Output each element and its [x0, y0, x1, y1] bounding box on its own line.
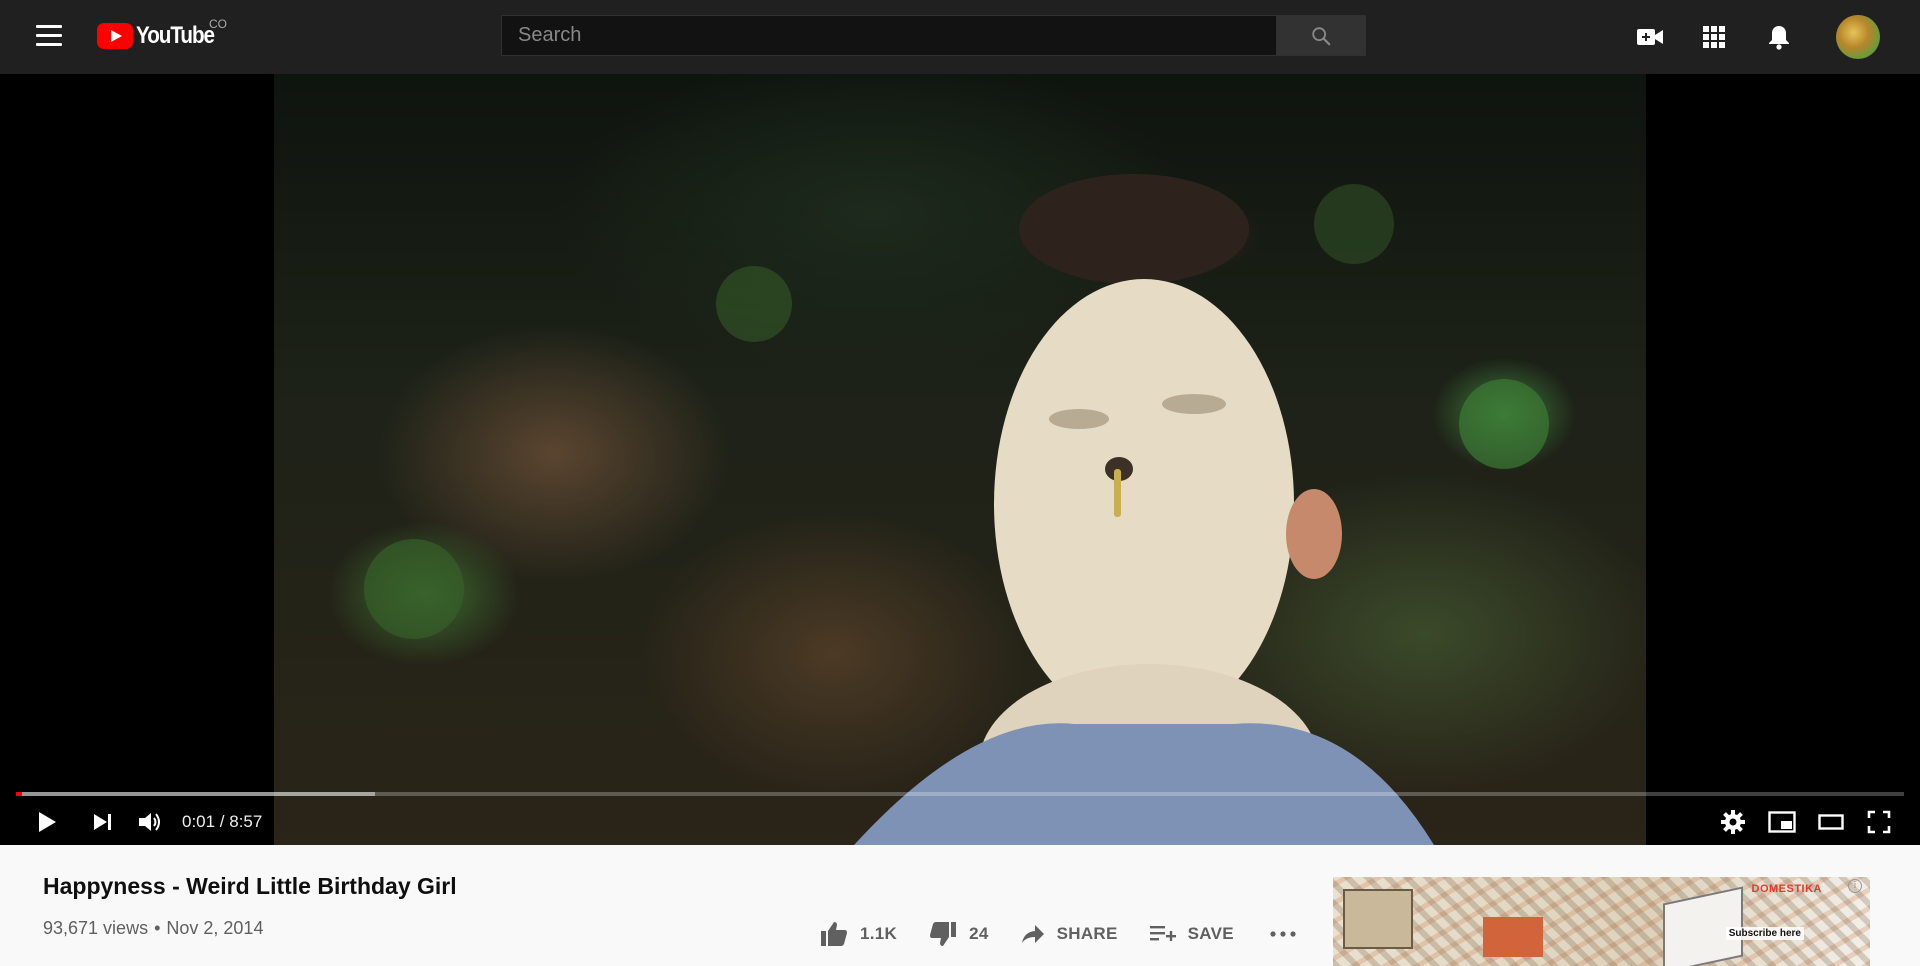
dislike-button[interactable]: 24	[929, 918, 989, 950]
video-player[interactable]: 0:01 / 8:57	[0, 74, 1920, 845]
country-code: CO	[209, 17, 227, 31]
search-icon	[1312, 26, 1331, 45]
create-video-button[interactable]	[1636, 23, 1664, 51]
share-label: SHARE	[1056, 924, 1118, 943]
ad-info-icon[interactable]: i	[1848, 879, 1862, 893]
youtube-play-icon	[97, 23, 133, 49]
fullscreen-button[interactable]	[1862, 805, 1896, 839]
next-button[interactable]	[88, 805, 118, 839]
save-label: SAVE	[1187, 924, 1234, 943]
like-count: 1.1K	[860, 924, 898, 943]
fullscreen-icon	[1867, 810, 1891, 834]
video-frame[interactable]	[274, 74, 1646, 845]
view-count: 93,671 views	[43, 918, 149, 938]
play-button[interactable]	[32, 805, 62, 839]
video-scene	[364, 174, 1549, 845]
meta-separator: •	[154, 918, 161, 938]
notifications-button[interactable]	[1765, 23, 1793, 51]
more-actions-button[interactable]	[1270, 918, 1296, 950]
ad-banner[interactable]: DOMESTIKA Subscribe here i	[1333, 877, 1870, 966]
search-input[interactable]	[501, 15, 1277, 56]
dislike-count: 24	[969, 924, 989, 943]
miniplayer-button[interactable]	[1765, 805, 1799, 839]
like-button[interactable]: 1.1K	[820, 918, 897, 950]
thumbs-down-icon	[930, 922, 957, 946]
progress-played	[16, 792, 22, 796]
skip-next-icon	[94, 814, 111, 830]
ad-cta[interactable]: Subscribe here	[1725, 927, 1804, 940]
progress-buffered	[16, 792, 375, 796]
ad-illustration-box	[1343, 889, 1413, 949]
video-title: Happyness - Weird Little Birthday Girl	[43, 873, 457, 899]
masthead: YouTube CO	[0, 0, 1920, 74]
video-meta: 93,671 views • Nov 2, 2014	[43, 918, 263, 939]
apps-button[interactable]	[1700, 23, 1728, 51]
theater-mode-button[interactable]	[1814, 805, 1848, 839]
bell-icon	[1769, 26, 1789, 50]
time-display: 0:01 / 8:57	[182, 812, 263, 831]
share-icon	[1021, 925, 1044, 943]
menu-icon[interactable]	[36, 25, 62, 47]
progress-bar[interactable]	[16, 792, 1904, 796]
miniplayer-icon	[1768, 811, 1796, 833]
ad-brand: DOMESTIKA	[1751, 883, 1822, 895]
search-button[interactable]	[1277, 15, 1366, 56]
save-button[interactable]: SAVE	[1149, 918, 1234, 950]
avatar[interactable]	[1836, 15, 1880, 59]
video-actions: 1.1K 24 SHARE SAVE	[820, 918, 1296, 950]
share-button[interactable]: SHARE	[1021, 918, 1118, 950]
settings-button[interactable]	[1716, 805, 1750, 839]
play-icon	[39, 812, 56, 832]
volume-icon	[139, 813, 160, 831]
gear-icon	[1721, 810, 1745, 834]
playlist-add-icon	[1149, 926, 1176, 941]
search-bar	[501, 15, 1366, 56]
more-horizontal-icon	[1270, 931, 1296, 937]
youtube-logo[interactable]: YouTube CO	[97, 17, 227, 52]
logo-text: YouTube	[136, 22, 215, 49]
theater-mode-icon	[1818, 814, 1844, 830]
volume-button[interactable]	[134, 805, 168, 839]
video-camera-add-icon	[1637, 29, 1663, 45]
thumbs-up-icon	[821, 922, 847, 946]
apps-grid-icon	[1703, 26, 1725, 48]
ad-illustration-crate	[1483, 917, 1543, 957]
upload-date: Nov 2, 2014	[166, 918, 264, 938]
